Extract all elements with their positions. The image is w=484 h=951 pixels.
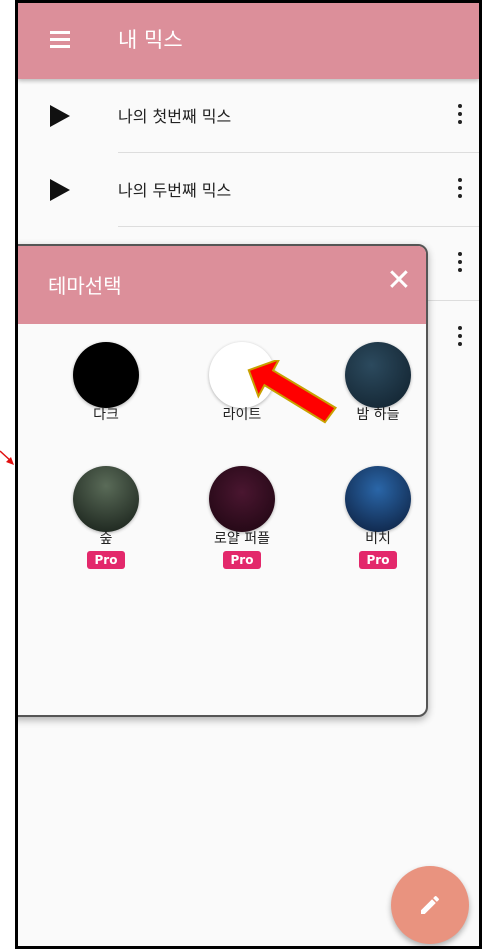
more-vert-icon[interactable]: [458, 326, 462, 346]
mix-row[interactable]: 나의 두번째 믹스: [18, 153, 479, 227]
mix-label: 나의 첫번째 믹스: [118, 107, 232, 126]
edit-fab[interactable]: [391, 866, 469, 944]
pro-badge: Pro: [86, 551, 126, 569]
annotation-pointer-arrow: [0, 450, 14, 465]
side-panel: [481, 186, 482, 378]
theme-option-dark[interactable]: 다크: [56, 342, 156, 424]
theme-name: 다크: [93, 407, 119, 423]
mix-label: 나의 두번째 믹스: [118, 181, 232, 200]
theme-name: 비치: [365, 531, 391, 547]
pencil-icon: [421, 895, 439, 914]
dialog-header: 테마선택 ✕: [18, 246, 426, 324]
pro-badge: Pro: [358, 551, 398, 569]
theme-option-beach[interactable]: 비치 Pro: [328, 466, 426, 569]
play-icon[interactable]: [50, 179, 70, 201]
theme-name: 숲: [99, 531, 113, 547]
annotation-arrow: [247, 360, 338, 424]
dialog-title: 테마선택: [48, 274, 122, 298]
more-vert-icon[interactable]: [458, 104, 462, 124]
forest-theme-swatch[interactable]: [73, 466, 139, 532]
night-sky-theme-swatch[interactable]: [345, 342, 411, 408]
dark-theme-swatch[interactable]: [73, 342, 139, 408]
theme-option-forest[interactable]: 숲 Pro: [56, 466, 156, 569]
royal-purple-theme-swatch[interactable]: [209, 466, 275, 532]
more-vert-icon[interactable]: [458, 252, 462, 272]
theme-option-royal-purple[interactable]: 로얄 퍼플 Pro: [192, 466, 292, 569]
mix-row[interactable]: 나의 첫번째 믹스: [18, 79, 479, 153]
pro-badge: Pro: [222, 551, 262, 569]
menu-icon[interactable]: [50, 31, 70, 49]
app-title: 내 믹스: [118, 28, 183, 52]
app-window: 내 믹스 나의 첫번째 믹스 나의 두번째 믹스 테마선택 ✕ 다크 라이트 밤…: [15, 0, 482, 949]
theme-name: 밤 하늘: [356, 407, 400, 423]
theme-dialog: 테마선택 ✕ 다크 라이트 밤 하늘 숲 Pro 로얄 퍼플 Pro 비치 Pr…: [18, 244, 428, 717]
close-icon[interactable]: ✕: [384, 266, 414, 296]
theme-option-night-sky[interactable]: 밤 하늘: [328, 342, 426, 424]
play-icon[interactable]: [50, 105, 70, 127]
app-bar: 내 믹스: [18, 3, 479, 79]
beach-theme-swatch[interactable]: [345, 466, 411, 532]
theme-name: 로얄 퍼플: [214, 531, 270, 547]
more-vert-icon[interactable]: [458, 178, 462, 198]
